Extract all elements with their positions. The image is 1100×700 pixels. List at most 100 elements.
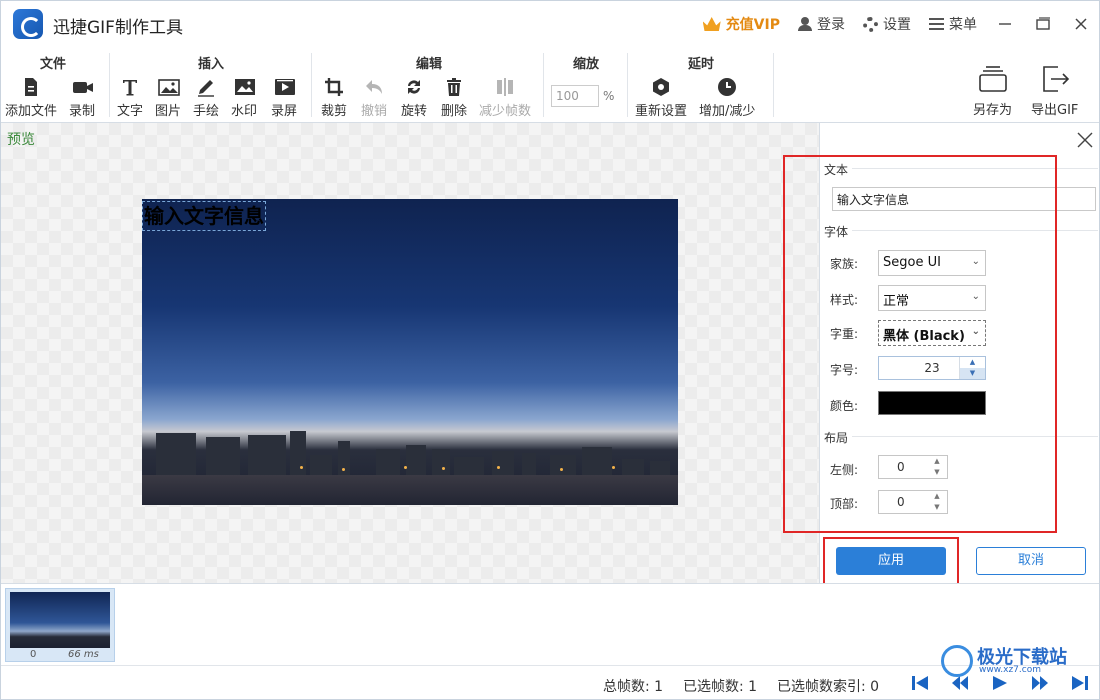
- preview-label: 预览: [7, 132, 35, 148]
- top-offset-value: 0: [897, 495, 905, 509]
- watermark-icon: [234, 77, 255, 97]
- panel-close-button[interactable]: [1077, 129, 1093, 153]
- font-section-label: 字体: [824, 225, 849, 239]
- screen-record-button[interactable]: 录屏: [271, 77, 297, 119]
- save-as-button[interactable]: 另存为: [973, 65, 1012, 118]
- font-style-select[interactable]: 正常 ⌄: [878, 285, 986, 311]
- chevron-up-icon[interactable]: ▲: [927, 456, 947, 467]
- menu-button[interactable]: 菜单: [929, 14, 977, 34]
- trash-icon: [444, 77, 464, 97]
- adjust-delay-button[interactable]: 增加/减少: [699, 77, 755, 119]
- chevron-up-icon[interactable]: ▲: [927, 491, 947, 502]
- chevron-down-icon: ⌄: [971, 291, 980, 302]
- watermark-tool-button[interactable]: 水印: [231, 77, 257, 119]
- file-group: 文件 添加文件 录制: [1, 51, 105, 121]
- user-icon: [798, 17, 812, 31]
- close-icon: [1075, 18, 1087, 30]
- frame-index: 0: [30, 649, 37, 660]
- undo-icon: [364, 77, 384, 97]
- divider: [852, 168, 1098, 169]
- rotate-label: 旋转: [401, 104, 428, 119]
- add-file-button[interactable]: 添加文件: [5, 77, 57, 119]
- chevron-down-icon[interactable]: ▼: [927, 502, 947, 513]
- edit-group: 编辑 裁剪 撤销 旋转 删除 减少帧数: [317, 51, 541, 121]
- style-label: 样式:: [830, 293, 859, 307]
- left-offset-value: 0: [897, 460, 905, 474]
- font-family-select[interactable]: Segoe UI ⌄: [878, 250, 986, 276]
- top-offset-stepper[interactable]: 0 ▲ ▼: [878, 490, 948, 514]
- crop-icon: [324, 77, 344, 97]
- document-icon: [21, 77, 41, 97]
- top-stepper-buttons: ▲ ▼: [927, 491, 947, 513]
- watermark-logo-icon: [941, 645, 973, 677]
- frame-preview-image[interactable]: [142, 199, 678, 505]
- layers-icon: [978, 65, 1008, 93]
- watermark-url: www.xz7.com: [979, 665, 1041, 675]
- reduce-frames-label: 减少帧数: [479, 104, 532, 119]
- chevron-down-icon[interactable]: ▼: [927, 467, 947, 478]
- zoom-input[interactable]: 100: [551, 85, 599, 107]
- file-group-title: 文件: [39, 57, 66, 72]
- export-icon: [1040, 65, 1070, 93]
- font-size-stepper[interactable]: 23 ▲ ▼: [878, 356, 986, 380]
- ribbon-toolbar: 文件 添加文件 录制 插入 文字 图片 手绘 水印 录屏 编辑 裁剪 撤销 旋转…: [1, 47, 1099, 123]
- top-label: 顶部:: [830, 497, 859, 511]
- undo-button[interactable]: 撤销: [361, 77, 387, 119]
- font-family-value: Segoe UI: [883, 255, 941, 270]
- selected-index-status: 已选帧数索引: 0: [777, 679, 880, 695]
- crop-label: 裁剪: [321, 104, 348, 119]
- chevron-down-icon[interactable]: ▼: [960, 368, 985, 379]
- insert-group: 插入 文字 图片 手绘 水印 录屏: [113, 51, 309, 121]
- login-label: 登录: [817, 17, 845, 33]
- apply-button[interactable]: 应用: [836, 547, 946, 575]
- export-gif-button[interactable]: 导出GIF: [1031, 65, 1078, 118]
- close-button[interactable]: [1071, 14, 1091, 34]
- rotate-icon: [404, 77, 424, 97]
- text-properties-panel: 文本 输入文字信息 字体 家族: Segoe UI ⌄ 样式: 正常 ⌄ 字重:…: [819, 123, 1099, 583]
- pencil-icon: [196, 77, 216, 97]
- left-stepper-buttons: ▲ ▼: [927, 456, 947, 478]
- city-skyline: [142, 405, 678, 475]
- left-offset-stepper[interactable]: 0 ▲ ▼: [878, 455, 948, 479]
- record-button[interactable]: 录制: [69, 77, 95, 119]
- crown-icon: [702, 17, 721, 31]
- frame-thumbnail[interactable]: 0 66 ms: [5, 588, 115, 662]
- vip-button[interactable]: 充值VIP: [702, 14, 780, 34]
- first-frame-button[interactable]: [911, 675, 929, 691]
- reduce-frames-button[interactable]: 减少帧数: [479, 77, 531, 119]
- title-bar: 迅捷GIF制作工具 充值VIP 登录 设置 菜单: [1, 1, 1099, 47]
- size-label: 字号:: [830, 363, 859, 377]
- title-bar-actions: 充值VIP 登录 设置 菜单: [702, 13, 1091, 35]
- frame-strip: 0 66 ms: [1, 583, 1099, 665]
- size-stepper-buttons: ▲ ▼: [959, 357, 985, 379]
- screen-record-label: 录屏: [271, 104, 298, 119]
- minimize-button[interactable]: [995, 14, 1015, 34]
- cancel-button[interactable]: 取消: [976, 547, 1086, 575]
- rotate-button[interactable]: 旋转: [401, 77, 427, 119]
- login-button[interactable]: 登录: [798, 14, 845, 34]
- preview-area: 预览 输入文字信息: [1, 123, 819, 583]
- text-overlay[interactable]: 输入文字信息: [142, 201, 266, 231]
- crop-button[interactable]: 裁剪: [321, 77, 347, 119]
- settings-button[interactable]: 设置: [863, 14, 911, 34]
- image-tool-button[interactable]: 图片: [155, 77, 181, 119]
- vip-label: 充值VIP: [725, 17, 780, 33]
- font-color-swatch[interactable]: [878, 391, 986, 415]
- close-icon: [1077, 132, 1093, 148]
- save-as-label: 另存为: [973, 103, 1013, 118]
- font-size-value: 23: [924, 361, 940, 375]
- text-content-input[interactable]: 输入文字信息: [832, 187, 1096, 211]
- draw-tool-button[interactable]: 手绘: [193, 77, 219, 119]
- delete-button[interactable]: 删除: [441, 77, 467, 119]
- maximize-button[interactable]: [1033, 14, 1053, 34]
- font-weight-select[interactable]: 黑体 (Black) ⌄: [878, 320, 986, 346]
- adjust-delay-label: 增加/减少: [699, 104, 756, 119]
- reset-delay-button[interactable]: 重新设置: [635, 77, 687, 119]
- skip-start-icon: [912, 676, 928, 690]
- text-tool-button[interactable]: 文字: [117, 77, 143, 119]
- delay-group: 延时 重新设置 增加/减少: [631, 51, 771, 121]
- chevron-up-icon[interactable]: ▲: [960, 357, 985, 368]
- ribbon-divider: [773, 53, 774, 117]
- text-icon: [120, 77, 140, 97]
- chevron-down-icon: ⌄: [971, 326, 980, 337]
